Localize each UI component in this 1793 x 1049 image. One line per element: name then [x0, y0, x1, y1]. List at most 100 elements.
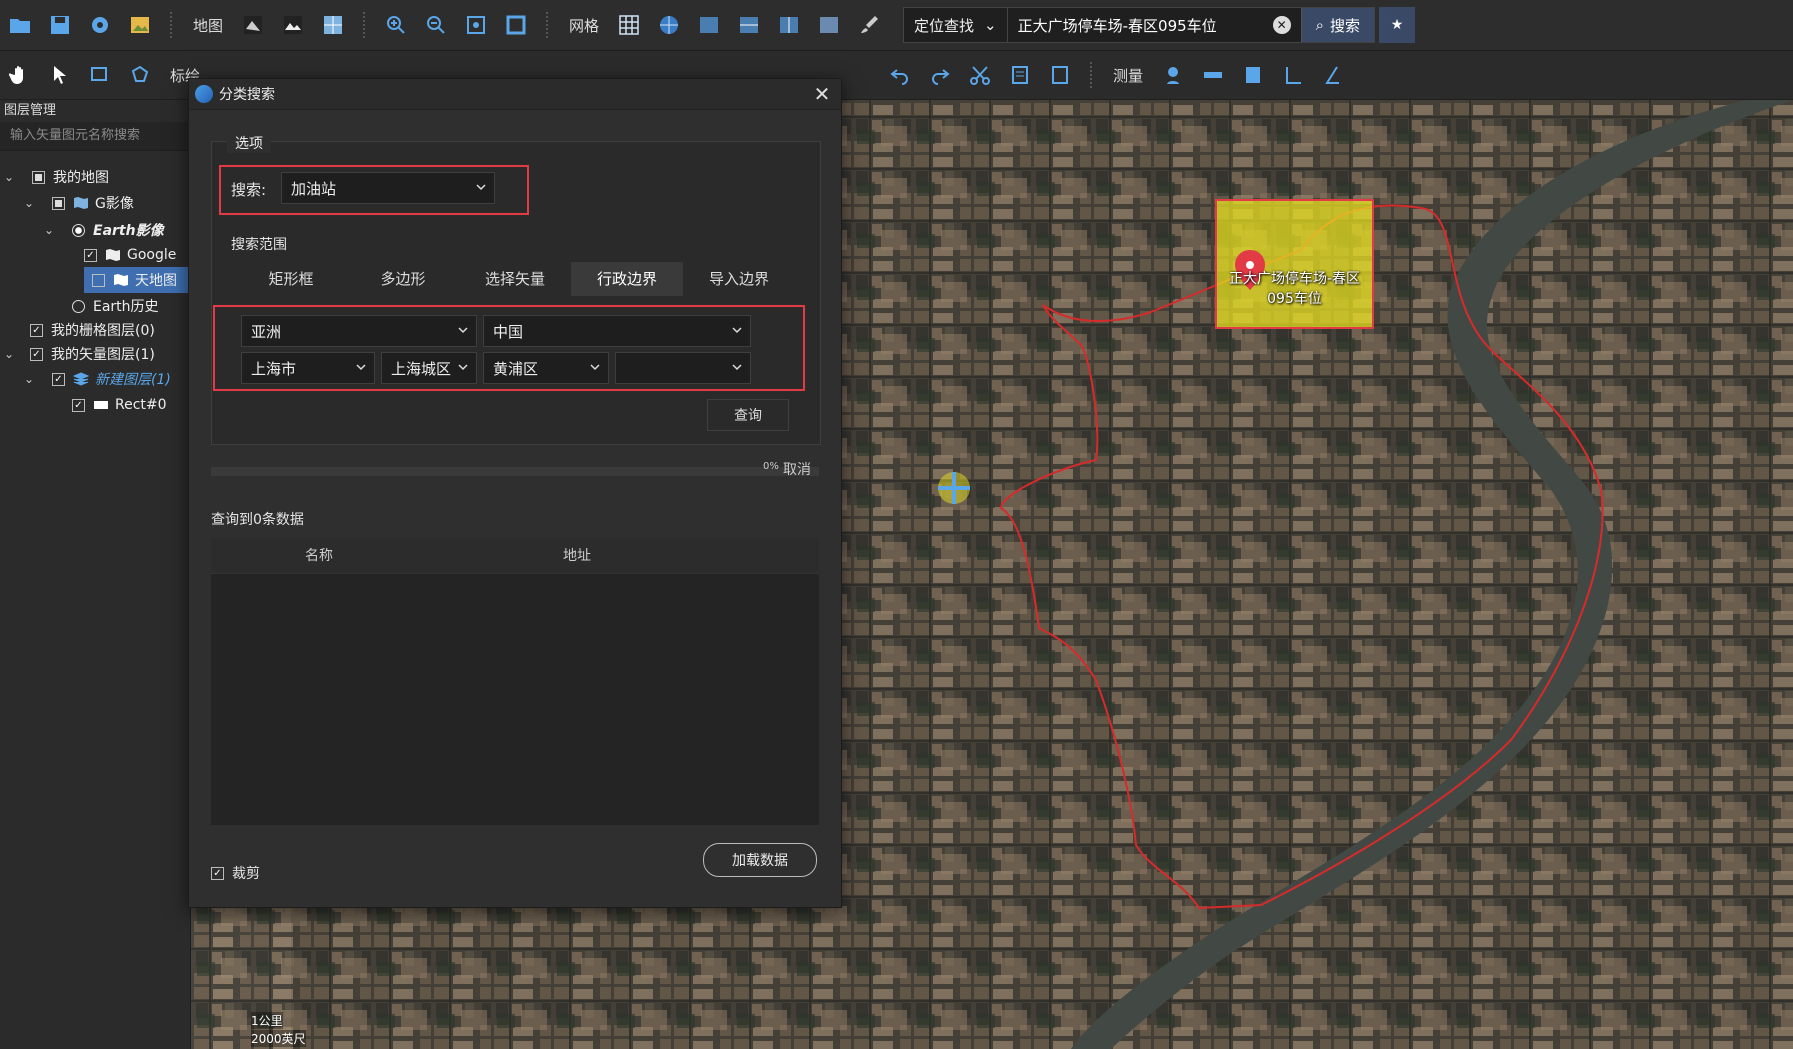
save-icon[interactable] [44, 9, 76, 41]
brush-icon[interactable] [853, 9, 885, 41]
pan-hand-icon[interactable] [4, 59, 36, 91]
close-icon[interactable]: ✕ [809, 81, 835, 107]
query-button[interactable]: 查询 [707, 399, 789, 431]
map-book-icon [114, 274, 128, 286]
select-pointer-icon[interactable] [44, 59, 76, 91]
load-data-button[interactable]: 加载数据 [703, 843, 817, 877]
tree-item-tianditu[interactable]: 天地图 [84, 267, 190, 293]
grid-icon[interactable] [613, 9, 645, 41]
district-select[interactable]: 黄浦区 [483, 352, 609, 384]
city-select[interactable]: 上海市 [241, 352, 375, 384]
checkbox[interactable]: ✓ [72, 398, 85, 412]
crop-checkbox[interactable]: ✓ 裁剪 [211, 863, 260, 883]
paste-icon[interactable] [1044, 59, 1076, 91]
km-grid-icon[interactable] [693, 9, 725, 41]
tree-label: Earth影像 [93, 223, 164, 239]
checkbox[interactable] [52, 196, 65, 210]
tree-label: 我的栅格图层(0) [51, 323, 155, 339]
locate-search-box: 定位查找 ⌄ ✕ ⌕ 搜索 [903, 7, 1376, 43]
checkbox[interactable] [32, 170, 45, 184]
checkbox[interactable]: ✓ [52, 372, 65, 386]
checkbox[interactable]: ✓ [211, 866, 224, 880]
tree-item-rect0[interactable]: ✓ Rect#0 [72, 392, 167, 418]
range-tabs: 矩形框 多边形 选择矢量 行政边界 导入边界 [235, 262, 795, 296]
custom-grid-icon[interactable] [813, 9, 845, 41]
range-label: 搜索范围 [231, 237, 287, 253]
chevron-down-icon [458, 327, 468, 334]
search-icon: ⌕ [1315, 16, 1325, 34]
tree-item-google[interactable]: ✓ Google [84, 242, 176, 268]
location-pin-icon[interactable] [1157, 59, 1189, 91]
zoom-in-icon[interactable] [380, 9, 412, 41]
chevron-down-icon[interactable]: ⌄ [24, 372, 38, 386]
radio-button[interactable] [72, 223, 85, 237]
favorite-star-icon[interactable]: ★ [1379, 7, 1416, 43]
checkbox[interactable]: ✓ [30, 323, 43, 337]
checkbox[interactable] [92, 273, 105, 287]
chevron-down-icon[interactable]: ⌄ [4, 170, 18, 184]
globe-grid-icon[interactable] [653, 9, 685, 41]
chevron-down-icon[interactable]: ⌄ [44, 223, 58, 237]
nm-grid-icon[interactable] [733, 9, 765, 41]
layers-stack-icon [73, 372, 89, 386]
map-style-dropdown-icon[interactable] [317, 9, 349, 41]
image-icon[interactable] [124, 9, 156, 41]
layer-search-input[interactable]: 输入矢量图元名称搜索 [0, 122, 190, 151]
category-select[interactable]: 加油站 [281, 172, 495, 204]
radio-button[interactable] [72, 299, 85, 313]
country-select[interactable]: 中国 [483, 315, 751, 347]
tree-label: G影像 [95, 196, 134, 212]
chevron-down-icon [356, 364, 366, 371]
country-value: 中国 [493, 322, 524, 341]
open-folder-icon[interactable] [4, 9, 36, 41]
district-group-select[interactable]: 上海城区 [381, 352, 477, 384]
sub-district-select[interactable] [615, 352, 751, 384]
tree-item-vector-layers[interactable]: ⌄ ✓ 我的矢量图层(1) [4, 341, 155, 367]
chevron-down-icon[interactable]: ⌄ [4, 347, 18, 361]
chevron-down-icon[interactable]: ⌄ [24, 196, 38, 210]
map-terrain-icon[interactable] [277, 9, 309, 41]
locate-search-input[interactable] [1007, 10, 1273, 40]
continent-select[interactable]: 亚洲 [241, 315, 477, 347]
tree-item-g-imagery[interactable]: ⌄ G影像 [24, 190, 134, 216]
tree-item-earth-history[interactable]: Earth历史 [72, 293, 159, 319]
tree-item-raster-layers[interactable]: ✓ 我的栅格图层(0) [30, 317, 155, 343]
search-button[interactable]: ⌕ 搜索 [1300, 8, 1375, 42]
fullscreen-icon[interactable] [500, 9, 532, 41]
tree-item-my-map[interactable]: ⌄ 我的地图 [4, 164, 109, 190]
tab-admin-boundary[interactable]: 行政边界 [571, 262, 683, 296]
zoom-extent-icon[interactable] [460, 9, 492, 41]
tab-polygon[interactable]: 多边形 [347, 262, 459, 296]
cut-icon[interactable] [964, 59, 996, 91]
distance-ruler-icon[interactable] [1197, 59, 1229, 91]
tab-import-boundary[interactable]: 导入边界 [683, 262, 795, 296]
search-scope-select[interactable]: 定位查找 ⌄ [904, 8, 1008, 42]
measure-label: 测量 [1112, 66, 1143, 85]
tree-item-new-layer[interactable]: ⌄ ✓ 新建图层(1) [24, 366, 171, 392]
settings-gear-icon[interactable] [84, 9, 116, 41]
zoom-out-icon[interactable] [420, 9, 452, 41]
search-scope-label: 定位查找 [914, 16, 975, 35]
box-select-icon[interactable] [84, 59, 116, 91]
checkbox[interactable]: ✓ [84, 248, 97, 262]
chevron-down-icon [732, 327, 742, 334]
tab-select-vector[interactable]: 选择矢量 [459, 262, 571, 296]
copy-icon[interactable] [1004, 59, 1036, 91]
tab-rectangle[interactable]: 矩形框 [235, 262, 347, 296]
area-measure-icon[interactable] [1237, 59, 1269, 91]
clear-icon[interactable]: ✕ [1272, 16, 1291, 34]
toolbar-separator [546, 12, 549, 38]
angle-measure-icon[interactable] [1317, 59, 1349, 91]
checkbox[interactable]: ✓ [30, 347, 43, 361]
map-dark-icon[interactable] [237, 9, 269, 41]
tree-item-earth-imagery[interactable]: ⌄ Earth影像 [44, 217, 164, 243]
column-header-name[interactable]: 名称 [211, 539, 427, 573]
column-header-address[interactable]: 地址 [427, 539, 727, 573]
redo-icon[interactable] [924, 59, 956, 91]
layer-panel: 图层管理 输入矢量图元名称搜索 ⌄ 我的地图 ⌄ G影像 ⌄ Earth影像 ✓… [0, 100, 191, 1049]
polygon-select-icon[interactable] [124, 59, 156, 91]
mgrs-grid-icon[interactable] [773, 9, 805, 41]
cancel-button[interactable]: 取消 [783, 459, 811, 479]
height-measure-icon[interactable] [1277, 59, 1309, 91]
undo-icon[interactable] [884, 59, 916, 91]
